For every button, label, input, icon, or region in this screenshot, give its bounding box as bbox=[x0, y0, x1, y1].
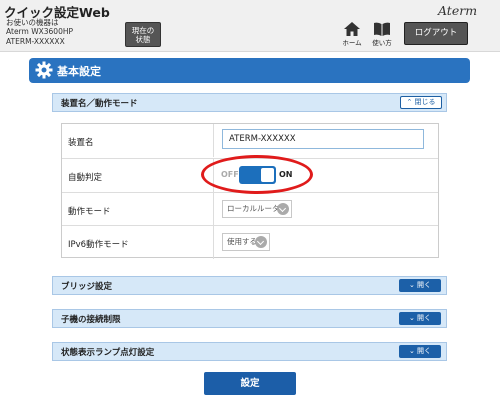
expand-button[interactable]: ⌄ 開く bbox=[399, 345, 441, 358]
panel-device-mode-header[interactable]: 装置名／動作モード ⌃ 閉じる bbox=[52, 93, 447, 112]
setting-row-operation-mode: 動作モード ローカルルータ bbox=[62, 192, 438, 226]
chevron-up-icon: ⌃ bbox=[406, 98, 413, 106]
device-info: お使いの機器は Aterm WX3600HP ATERM-XXXXXX bbox=[6, 18, 73, 46]
collapse-button[interactable]: ⌃ 閉じる bbox=[400, 96, 442, 109]
current-status-button[interactable]: 現在の 状態 bbox=[125, 22, 161, 47]
panel-bridge-header[interactable]: ブリッジ設定 ⌄ 開く bbox=[52, 276, 447, 295]
ipv6-mode-select[interactable]: 使用する bbox=[222, 233, 270, 251]
book-icon bbox=[374, 22, 390, 36]
section-title: 基本設定 bbox=[57, 65, 101, 78]
panel-lamp-title: 状態表示ランプ点灯設定 bbox=[61, 348, 155, 358]
device-info-line: お使いの機器は bbox=[6, 18, 59, 27]
ipv6-mode-label: IPv6動作モード bbox=[68, 240, 129, 250]
auto-detect-label: 自動判定 bbox=[68, 173, 103, 183]
chevron-down-icon bbox=[255, 236, 267, 248]
section-banner: 基本設定 bbox=[29, 58, 470, 83]
collapse-label: 閉じる bbox=[414, 98, 436, 106]
setting-row-ipv6-mode: IPv6動作モード 使用する bbox=[62, 225, 438, 259]
current-status-label-line1: 現在の bbox=[131, 26, 155, 35]
ipv6-mode-value: 使用する bbox=[227, 237, 257, 246]
chevron-down-icon bbox=[277, 203, 289, 215]
device-model: Aterm WX3600HP bbox=[6, 27, 73, 37]
submit-button[interactable]: 設定 bbox=[204, 372, 296, 395]
device-name-label: 装置名 bbox=[68, 138, 94, 148]
operation-mode-value: ローカルルータ bbox=[227, 204, 280, 213]
panel-device-mode-title: 装置名／動作モード bbox=[61, 99, 138, 109]
brand-logo: Aterm bbox=[438, 3, 478, 18]
gear-icon bbox=[35, 61, 53, 79]
manual-label: 使い方 bbox=[372, 39, 392, 47]
chevron-down-icon: ⌄ bbox=[408, 314, 415, 322]
chevron-down-icon: ⌄ bbox=[408, 347, 415, 355]
expand-button[interactable]: ⌄ 開く bbox=[399, 312, 441, 325]
panel-bridge-title: ブリッジ設定 bbox=[61, 282, 113, 292]
operation-mode-select[interactable]: ローカルルータ bbox=[222, 200, 292, 218]
logout-button[interactable]: ログアウト bbox=[404, 22, 468, 45]
highlight-ellipse bbox=[201, 155, 313, 194]
operation-mode-label: 動作モード bbox=[68, 207, 111, 217]
panel-child-limit-header[interactable]: 子機の接続制限 ⌄ 開く bbox=[52, 309, 447, 328]
current-status-label-line2: 状態 bbox=[135, 35, 151, 44]
panel-lamp-header[interactable]: 状態表示ランプ点灯設定 ⌄ 開く bbox=[52, 342, 447, 361]
expand-button[interactable]: ⌄ 開く bbox=[399, 279, 441, 292]
expand-label: 開く bbox=[417, 314, 432, 322]
home-icon bbox=[344, 22, 360, 36]
manual-button[interactable]: 使い方 bbox=[367, 22, 397, 48]
expand-label: 開く bbox=[417, 347, 432, 355]
device-name: ATERM-XXXXXX bbox=[6, 36, 65, 46]
setting-row-device-name: 装置名 bbox=[62, 124, 438, 157]
expand-label: 開く bbox=[417, 281, 432, 289]
row-divider bbox=[213, 124, 214, 157]
header-bar: クイック設定Web お使いの機器は Aterm WX3600HP ATERM-X… bbox=[0, 0, 500, 52]
panel-child-limit-title: 子機の接続制限 bbox=[61, 315, 121, 325]
home-label: ホーム bbox=[342, 39, 362, 47]
device-name-input[interactable] bbox=[222, 129, 424, 149]
row-divider bbox=[213, 226, 214, 259]
chevron-down-icon: ⌄ bbox=[408, 281, 415, 289]
row-divider bbox=[213, 193, 214, 226]
home-button[interactable]: ホーム bbox=[337, 22, 367, 48]
